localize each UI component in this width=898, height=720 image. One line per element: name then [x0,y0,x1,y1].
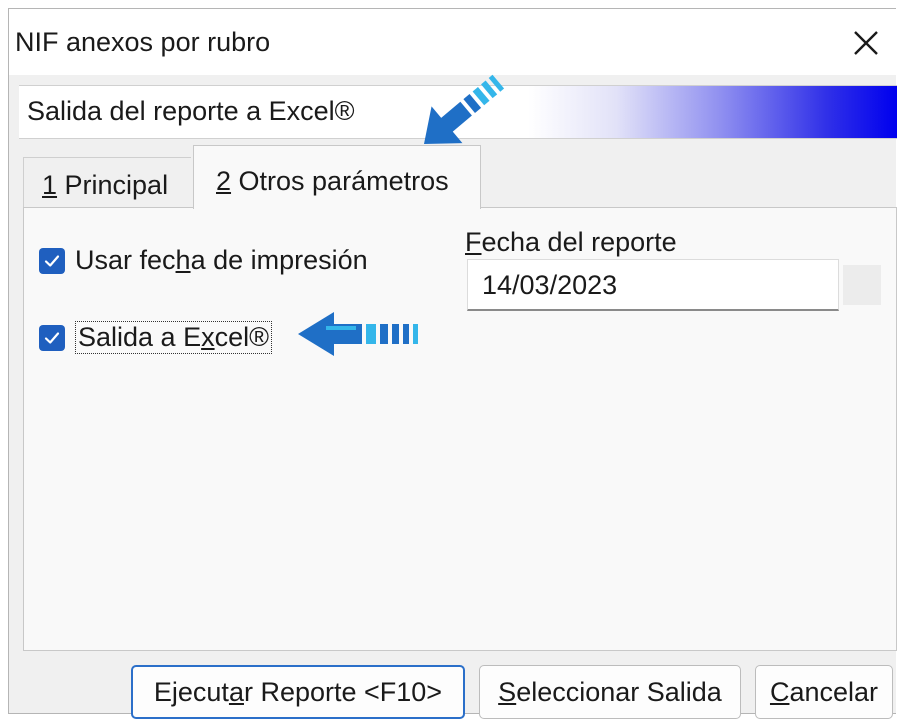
seleccionar-label-rest: eleccionar Salida [516,676,722,707]
usar-fecha-checkbox[interactable] [39,247,65,274]
arrow-down-left-icon [424,74,505,144]
arrow-left-icon [298,312,418,356]
fecha-reporte-label: Fecha del reporte [465,227,677,258]
fecha-mnemonic: F [465,227,482,257]
tab-principal-mnemonic: 1 [42,170,58,200]
banner-title: Salida del reporte a Excel® [27,96,355,126]
tab-otros-mnemonic: 2 [216,166,232,196]
salida-excel-checkbox-row[interactable]: Salida a Excel® [39,321,273,354]
seleccionar-salida-button[interactable]: Seleccionar Salida [479,665,741,719]
salida-excel-label-rest: cel® [214,322,270,352]
fecha-label-rest: echa del reporte [481,227,677,257]
salida-excel-label-part: Salida a E [78,322,202,352]
seleccionar-mnemonic: S [498,676,517,707]
usar-fecha-mnemonic: h [175,245,191,275]
salida-excel-label: Salida a Excel® [75,321,273,354]
tab-principal-label: Principal [57,170,169,200]
ejecutar-label-rest: r Reporte <F10> [243,676,443,707]
usar-fecha-label-rest: a de impresión [190,245,368,275]
salida-excel-mnemonic: x [201,322,215,352]
ejecutar-mnemonic: a [228,676,244,707]
ejecutar-reporte-button[interactable]: Ejecut a r Reporte <F10> [131,665,465,719]
close-icon [854,31,878,55]
cancelar-mnemonic: C [769,676,790,707]
usar-fecha-label-part: Usar fec [75,245,176,275]
close-button[interactable] [836,15,896,71]
checkmark-icon [44,254,60,267]
cancelar-label-rest: ancelar [789,676,879,707]
window-title: NIF anexos por rubro [15,27,271,57]
fecha-reporte-input[interactable]: 14/03/2023 [467,259,839,311]
usar-fecha-label: Usar fecha de impresión [75,245,368,276]
usar-fecha-checkbox-row[interactable]: Usar fecha de impresión [39,245,368,276]
tab-otros-label: Otros parámetros [231,166,449,196]
cancelar-button[interactable]: Cancelar [755,665,893,719]
tab-principal[interactable]: 1 Principal [23,157,191,209]
ejecutar-label-part: Ejecut [153,676,229,707]
salida-excel-checkbox[interactable] [39,324,65,351]
date-picker-button[interactable] [843,265,881,305]
checkmark-icon [44,331,60,344]
